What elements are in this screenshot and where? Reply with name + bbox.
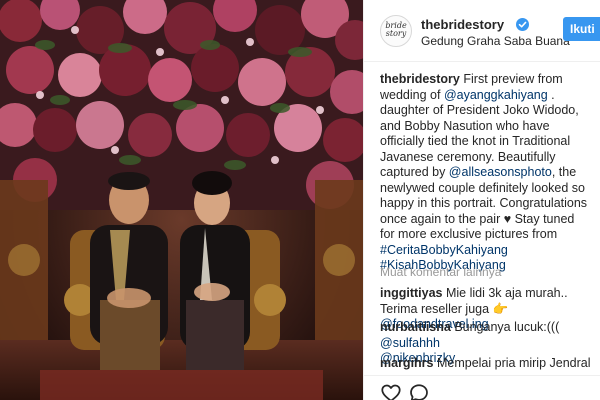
caption-mention-1[interactable]: @ayanggkahiyang xyxy=(444,88,548,102)
instagram-post: bride story thebridestory Gedung Graha S… xyxy=(0,0,600,400)
hashtag-1[interactable]: #CeritaBobbyKahiyang xyxy=(380,243,508,257)
wedding-photo-illustration xyxy=(0,0,363,400)
post-photo[interactable] xyxy=(0,0,363,400)
verified-badge-icon xyxy=(516,18,529,31)
location-link[interactable]: Gedung Graha Saba Buana xyxy=(421,34,570,48)
comment-bubble-icon[interactable] xyxy=(408,382,430,400)
caption-username[interactable]: thebridestory xyxy=(380,72,460,86)
flower-backdrop xyxy=(0,0,363,210)
post-header: bride story thebridestory Gedung Graha S… xyxy=(364,0,600,62)
comment-text: Mempelai pria mirip Jendral xyxy=(433,356,591,370)
caption: thebridestory First preview from wedding… xyxy=(380,72,592,274)
post-side-panel: bride story thebridestory Gedung Graha S… xyxy=(363,0,600,400)
follow-button[interactable]: Ikuti xyxy=(563,17,600,41)
load-more-comments-link[interactable]: Muat komentar lainnya xyxy=(380,265,501,279)
heart-emoji: ♥ xyxy=(503,211,512,226)
caption-block: thebridestory First preview from wedding… xyxy=(380,72,592,274)
comment-item: margihrs Mempelai pria mirip Jendral xyxy=(380,356,592,372)
avatar[interactable]: bride story xyxy=(380,15,412,47)
pointing-right-emoji: 👉 xyxy=(492,301,509,316)
caption-mention-2[interactable]: @allseasonsphoto xyxy=(449,165,552,179)
comment-username[interactable]: inggittiyas xyxy=(380,286,443,300)
avatar-logo-text: bride story xyxy=(385,21,407,38)
comment-text: Bunganya lucuk:((( xyxy=(450,320,560,334)
heart-icon[interactable] xyxy=(380,382,402,400)
comment-username[interactable]: margihrs xyxy=(380,356,434,370)
comment-mention[interactable]: @sulfahhh xyxy=(380,336,440,350)
post-actions-bar xyxy=(364,375,600,400)
comment-username[interactable]: nurbaitiisna xyxy=(380,320,451,334)
username-link[interactable]: thebridestory xyxy=(421,17,504,32)
